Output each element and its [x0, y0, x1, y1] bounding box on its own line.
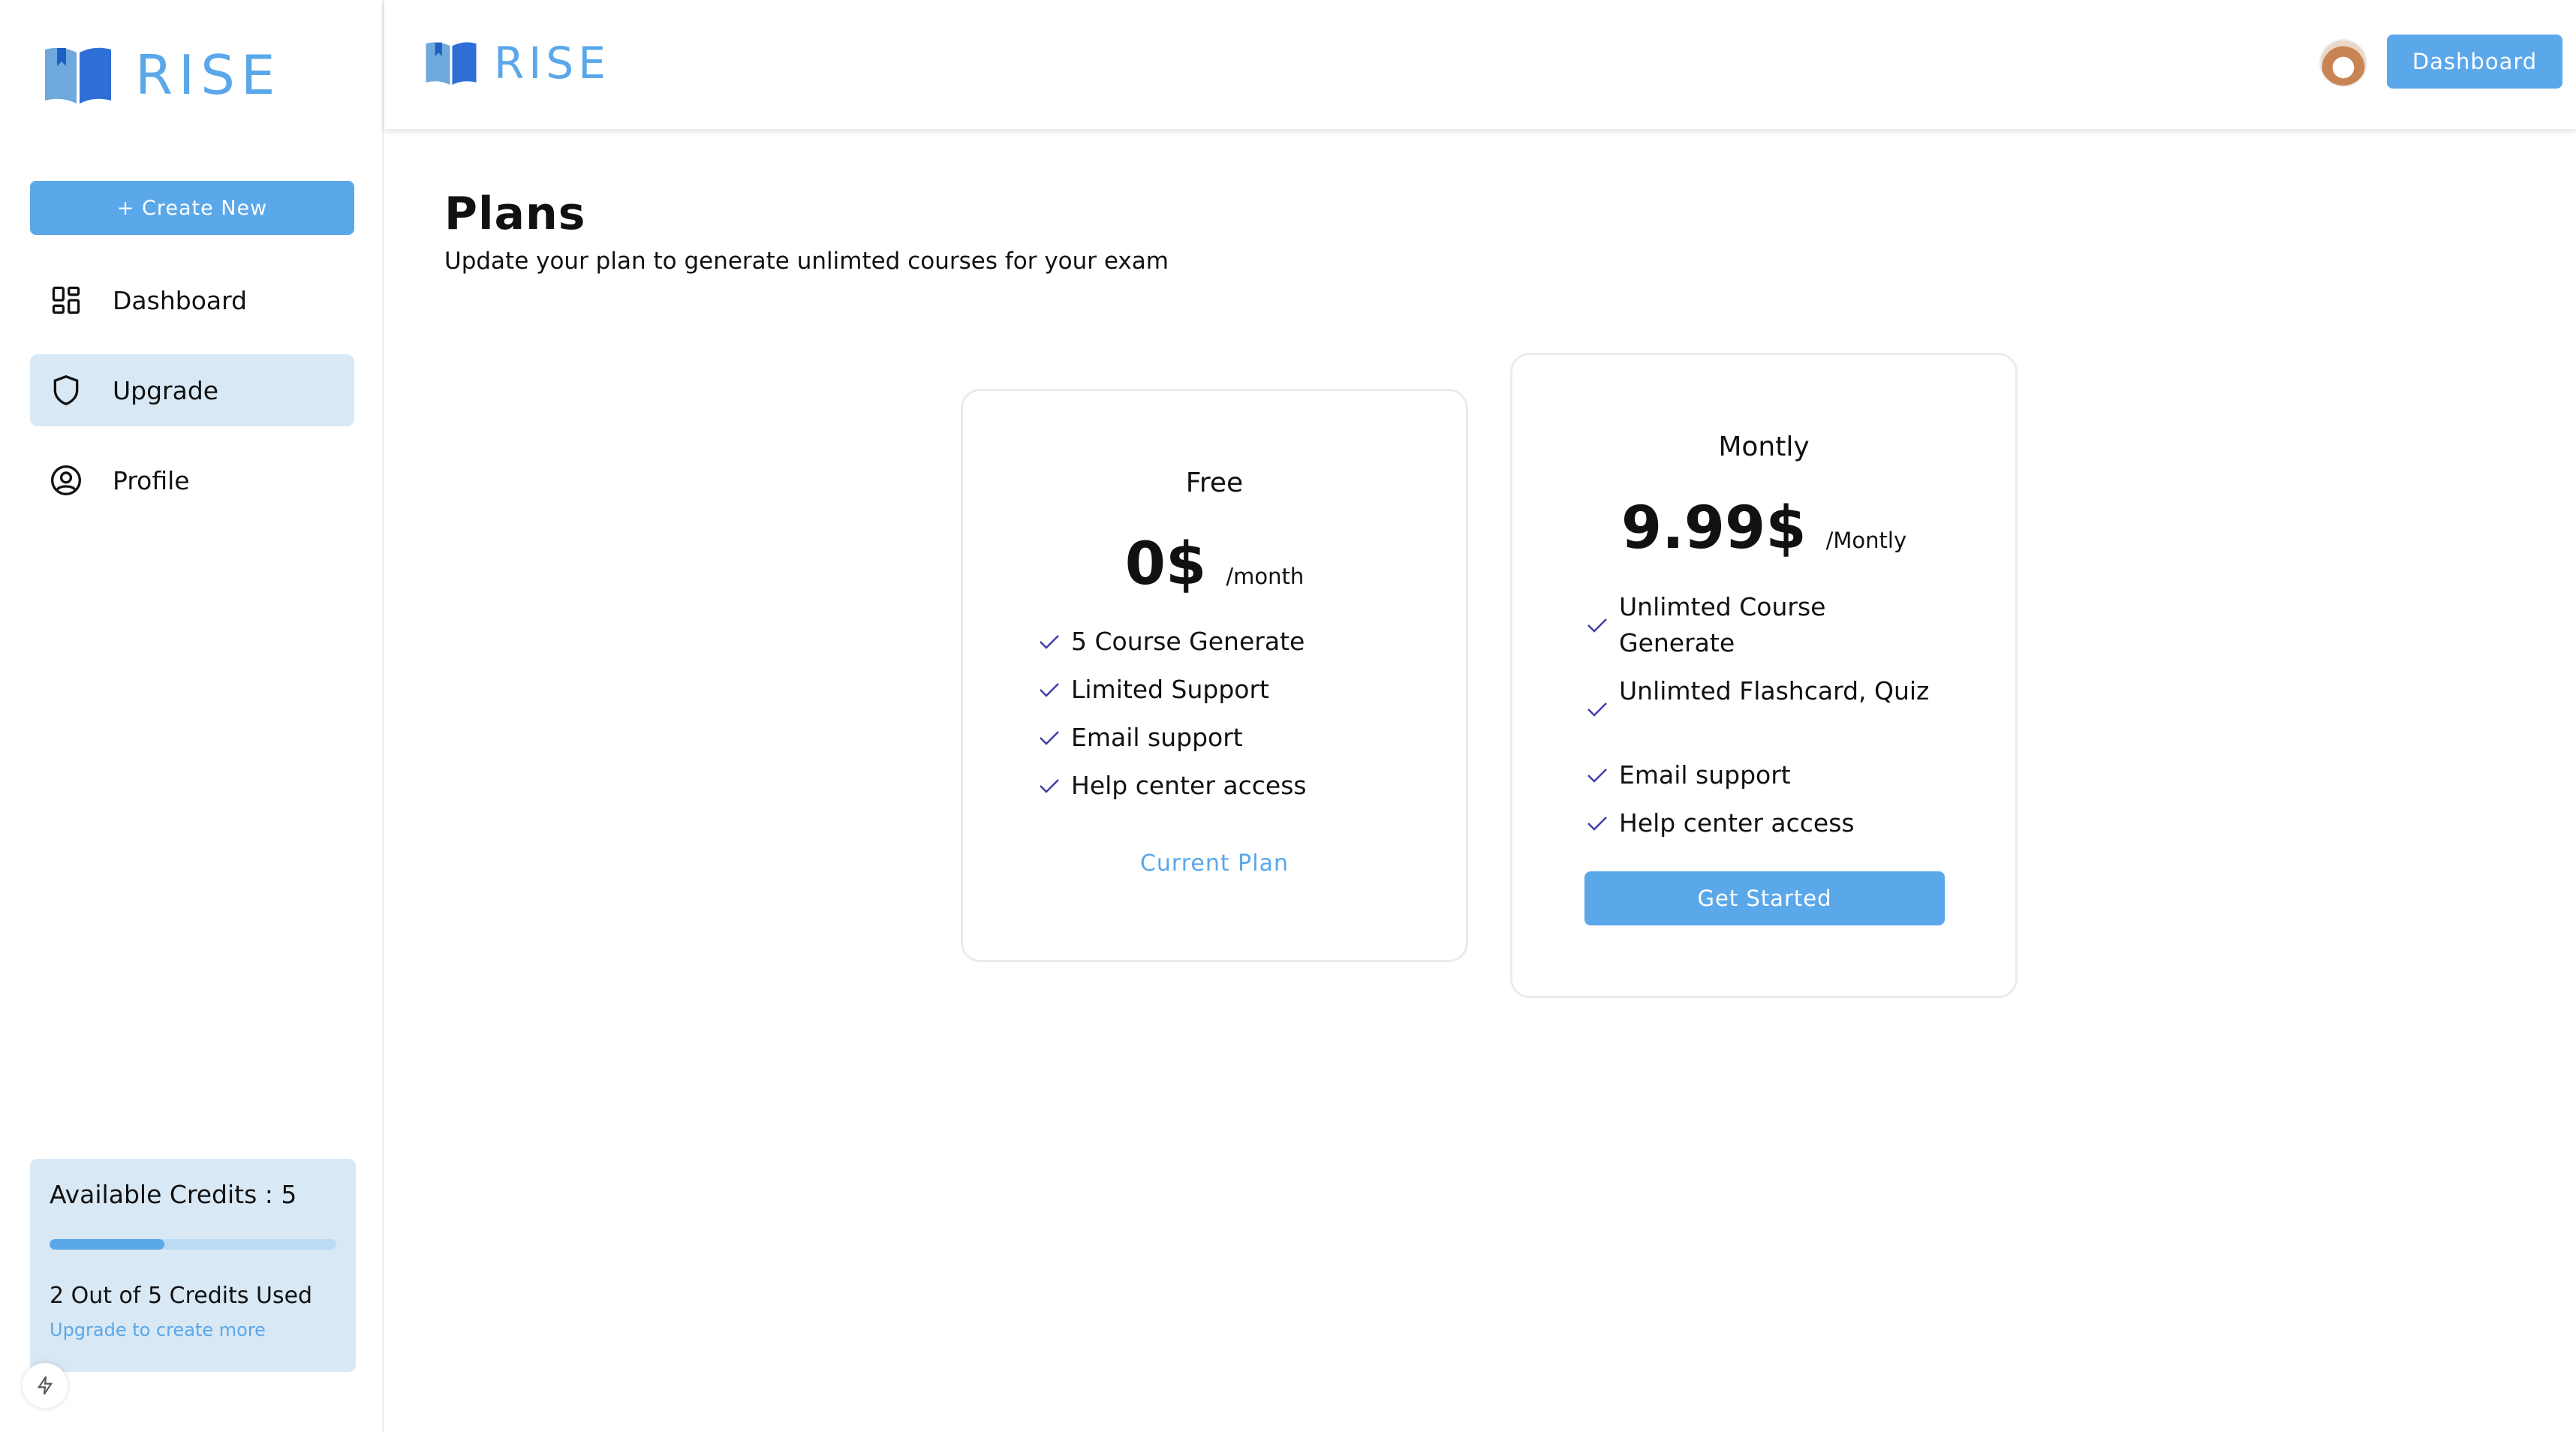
plan-name: Montly: [1718, 432, 1810, 462]
feature-list: Unlimted Course Generate Unlimted Flashc…: [1586, 589, 1946, 841]
check-icon: [1586, 805, 1612, 841]
current-plan-label: Current Plan: [1139, 850, 1290, 877]
sidebar-item-label: Profile: [113, 465, 190, 495]
header-logo[interactable]: RISE: [423, 38, 610, 89]
price-period: /month: [1226, 564, 1305, 589]
feature-item: Unlimted Course Generate: [1586, 589, 1946, 661]
check-icon: [1586, 673, 1612, 745]
credits-used-text: 2 Out of 5 Credits Used: [50, 1283, 313, 1309]
check-icon: [1586, 589, 1612, 661]
top-header: RISE Dashboard: [384, 0, 2576, 129]
upgrade-link[interactable]: Upgrade to create more: [50, 1319, 336, 1340]
feature-item: Limited Support: [1038, 672, 1428, 708]
feature-item: Unlimted Flashcard, Quiz: [1586, 673, 1946, 745]
sidebar-item-label: Dashboard: [113, 285, 248, 315]
sidebar-item-upgrade[interactable]: Upgrade: [30, 354, 354, 426]
check-icon: [1038, 720, 1064, 756]
brand-name: RISE: [135, 44, 281, 107]
dashboard-button[interactable]: Dashboard: [2387, 35, 2562, 89]
price-period: /Montly: [1825, 528, 1907, 553]
plan-price: 9.99$ /Montly: [1512, 499, 2015, 558]
check-icon: [1038, 624, 1064, 660]
feature-item: 5 Course Generate: [1038, 624, 1428, 660]
plan-name: Free: [1185, 468, 1244, 498]
plan-price: 0$ /month: [963, 535, 1466, 594]
feature-item: Help center access: [1038, 768, 1428, 804]
get-started-button[interactable]: Get Started: [1584, 871, 1945, 925]
sidebar-item-label: Upgrade: [113, 375, 219, 405]
shield-icon: [48, 372, 84, 408]
book-logo-icon: [426, 42, 477, 85]
avatar[interactable]: [2319, 39, 2367, 87]
check-icon: [1038, 672, 1064, 708]
sidebar-logo[interactable]: RISE: [42, 44, 281, 107]
page-subtitle: Update your plan to generate unlimted co…: [444, 248, 1169, 275]
price-amount: 0$: [1124, 531, 1207, 598]
plan-card-monthly: Montly 9.99$ /Montly Unlimted Course Gen…: [1510, 353, 2018, 998]
feature-item: Help center access: [1586, 805, 1946, 841]
sidebar: RISE + Create New Dashboard Upgrade Prof…: [0, 0, 384, 1432]
book-logo-icon: [45, 47, 111, 104]
price-amount: 9.99$: [1621, 495, 1807, 562]
feature-list: 5 Course Generate Limited Support Email …: [1038, 624, 1428, 804]
credits-progress-bar: [50, 1239, 336, 1250]
plan-card-free: Free 0$ /month 5 Course Generate Limited…: [961, 389, 1468, 962]
feature-item: Email support: [1038, 720, 1428, 756]
check-icon: [1038, 768, 1064, 804]
grid-icon: [48, 282, 84, 318]
user-circle-icon: [48, 462, 84, 498]
credits-panel: Available Credits : 5 2 Out of 5 Credits…: [30, 1159, 356, 1372]
page-title: Plans: [444, 188, 586, 240]
credits-progress-fill: [50, 1239, 164, 1250]
brand-name: RISE: [494, 38, 610, 89]
feature-item: Email support: [1586, 757, 1946, 793]
check-icon: [1586, 757, 1612, 793]
create-new-button[interactable]: + Create New: [30, 181, 354, 235]
sidebar-item-dashboard[interactable]: Dashboard: [30, 264, 354, 336]
credits-title: Available Credits : 5: [50, 1180, 297, 1209]
bolt-icon[interactable]: [23, 1363, 68, 1408]
sidebar-item-profile[interactable]: Profile: [30, 444, 354, 516]
